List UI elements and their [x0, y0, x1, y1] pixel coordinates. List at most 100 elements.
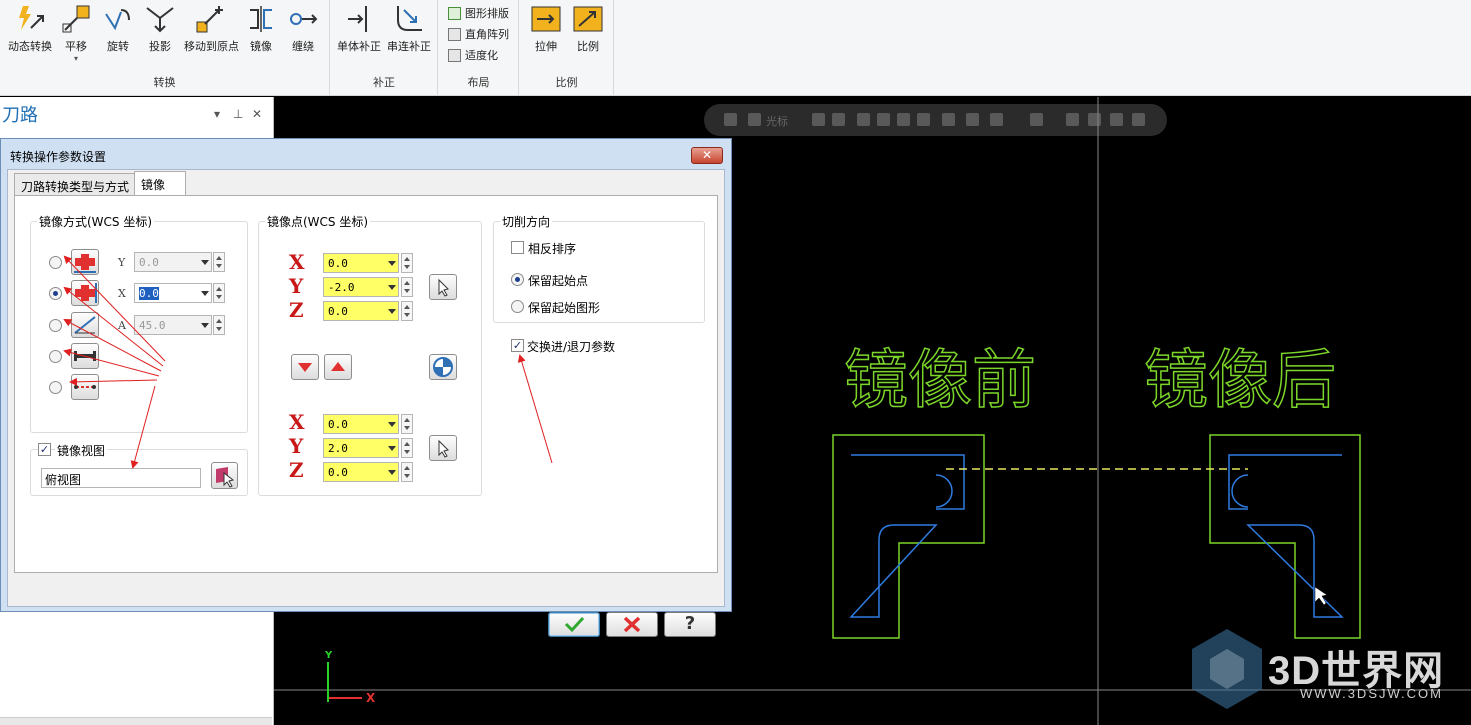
point2-z-combo[interactable]: 0.0	[323, 462, 399, 482]
point1-x-spinner[interactable]	[401, 253, 413, 273]
wrap-button[interactable]: 缠绕	[277, 2, 329, 54]
point2-z-spinner[interactable]	[401, 462, 413, 482]
mirror-y-value: 0.0	[139, 256, 159, 269]
point1-z-spinner[interactable]	[401, 301, 413, 321]
mirror-method-radio-angle[interactable]	[49, 319, 62, 332]
point1-z-label: Z	[289, 298, 304, 322]
project-button[interactable]: 投影	[134, 2, 186, 54]
help-button[interactable]: ?	[664, 612, 716, 637]
close-icon: ✕	[701, 148, 713, 162]
point1-y-combo[interactable]: -2.0	[323, 277, 399, 297]
cancel-icon	[623, 616, 641, 633]
point2-x-spinner[interactable]	[401, 414, 413, 434]
point1-x-label: X	[289, 250, 305, 274]
scale-icon	[573, 4, 603, 34]
swap-points-button[interactable]	[429, 354, 457, 380]
point2-z-value: 0.0	[328, 466, 348, 479]
mirror-view-checkbox[interactable]: ✓	[38, 443, 51, 456]
wrap-icon	[288, 4, 318, 34]
point2-x-value: 0.0	[328, 418, 348, 431]
point2-y-value: 2.0	[328, 442, 348, 455]
dynamic-transform-label: 动态转换	[8, 40, 52, 53]
mirror-about-angle-button[interactable]	[71, 312, 99, 338]
mirror-method-radio-points[interactable]	[49, 381, 62, 394]
point1-x-value: 0.0	[328, 257, 348, 270]
wrap-label: 缠绕	[292, 40, 314, 53]
panel-pin-icon[interactable]: ⊥	[233, 107, 243, 121]
point2-y-combo[interactable]: 2.0	[323, 438, 399, 458]
point2-x-label: X	[289, 410, 305, 434]
ok-button[interactable]	[548, 612, 600, 637]
stretch-icon	[531, 4, 561, 34]
rect-array-button[interactable]: 直角阵列	[448, 24, 509, 44]
mirror-method-radio-y[interactable]	[49, 256, 62, 269]
mirror-about-points-button[interactable]	[71, 374, 99, 400]
dialog-titlebar[interactable]: 转换操作参数设置 ✕	[1, 139, 731, 169]
point2-y-label: Y	[289, 434, 304, 458]
mirror-points-group: 镜像点(WCS 坐标) X 0.0 Y -2.0 Z 0.0 X 0.0 Y 2…	[258, 213, 482, 496]
mirror-points-icon	[74, 385, 96, 389]
mirror-about-x-button[interactable]	[71, 280, 99, 306]
point1-x-combo[interactable]: 0.0	[323, 253, 399, 273]
dialog-close-button[interactable]: ✕	[691, 147, 723, 164]
label-after-mirror: 镜像后	[1143, 343, 1337, 419]
move-up-button[interactable]	[324, 354, 352, 380]
point2-y-spinner[interactable]	[401, 438, 413, 458]
single-offset-button[interactable]: 单体补正	[333, 2, 385, 54]
triangle-down-icon	[298, 363, 312, 372]
chain-offset-button[interactable]: 串连补正	[383, 2, 435, 54]
mirror-about-line-button[interactable]	[71, 343, 99, 369]
mirror-view-select-button[interactable]	[211, 462, 238, 489]
move-down-button[interactable]	[291, 354, 319, 380]
axis-y-label: Y	[325, 650, 333, 661]
transform-params-dialog: 转换操作参数设置 ✕ 刀路转换类型与方式 镜像 镜像方式(WCS 坐标) Y 0…	[0, 138, 732, 637]
point1-select-button[interactable]	[429, 274, 457, 300]
point1-y-spinner[interactable]	[401, 277, 413, 297]
reverse-order-checkbox[interactable]	[511, 241, 524, 254]
dialog-title: 转换操作参数设置	[10, 150, 107, 164]
mirror-x-value-combo[interactable]: 0.0	[134, 283, 212, 303]
point1-y-value: -2.0	[328, 281, 355, 294]
point1-z-combo[interactable]: 0.0	[323, 301, 399, 321]
reverse-order-label: 相反排序	[528, 242, 577, 256]
swap-entry-exit-checkbox[interactable]: ✓	[511, 339, 524, 352]
scale-button[interactable]: 比例	[562, 2, 614, 54]
cancel-button[interactable]	[606, 612, 658, 637]
swap-entry-exit-label: 交换进/退刀参数	[527, 340, 616, 354]
fit-button[interactable]: 适度化	[448, 45, 498, 65]
mirror-method-radio-line[interactable]	[49, 350, 62, 363]
ribbon-group-scale: 拉伸 比例 比例	[520, 0, 614, 96]
fit-icon	[448, 48, 461, 62]
cut-direction-group: 切削方向 相反排序 保留起始点 保留起始图形	[493, 213, 705, 323]
mirror-angle-value: 45.0	[139, 319, 166, 332]
dialog-body: 刀路转换类型与方式 镜像 镜像方式(WCS 坐标) Y 0.0 X 0.0 A …	[7, 169, 725, 637]
chain-offset-label: 串连补正	[387, 40, 431, 53]
point2-select-button[interactable]	[429, 435, 457, 461]
panel-scrollbar[interactable]	[0, 717, 272, 725]
keep-start-point-radio[interactable]	[511, 273, 524, 286]
mirror-angle-spinner	[213, 315, 225, 335]
panel-menu-icon[interactable]: ▾	[214, 107, 220, 121]
mirror-about-y-button[interactable]	[71, 249, 99, 275]
rotate-icon	[103, 4, 133, 34]
ribbon-group-transform-label: 转换	[153, 76, 176, 89]
mirror-x-value: 0.0	[139, 287, 159, 300]
mirror-method-radio-x[interactable]	[49, 287, 62, 300]
panel-close-icon[interactable]: ✕	[252, 107, 262, 121]
dynamic-transform-button[interactable]: 动态转换	[4, 2, 56, 54]
keep-start-geometry-radio[interactable]	[511, 300, 524, 313]
mirror-line-icon	[74, 351, 96, 361]
move-to-origin-button[interactable]: 移动到原点	[184, 2, 239, 54]
mirror-x-icon	[75, 283, 97, 303]
dynamic-transform-icon	[15, 4, 45, 34]
mirror-view-input[interactable]: 俯视图	[41, 468, 201, 488]
tab-toolpath-transform-type[interactable]: 刀路转换类型与方式	[14, 173, 137, 195]
mirror-method-group: 镜像方式(WCS 坐标) Y 0.0 X 0.0 A 45.0	[30, 213, 248, 433]
point2-x-combo[interactable]: 0.0	[323, 414, 399, 434]
nesting-button[interactable]: 图形排版	[448, 3, 509, 23]
tab-mirror[interactable]: 镜像	[134, 171, 186, 196]
watermark-logo-icon	[1192, 629, 1262, 709]
mirror-x-spinner[interactable]	[213, 283, 225, 303]
nesting-label: 图形排版	[465, 7, 509, 20]
translate-icon	[61, 4, 91, 34]
